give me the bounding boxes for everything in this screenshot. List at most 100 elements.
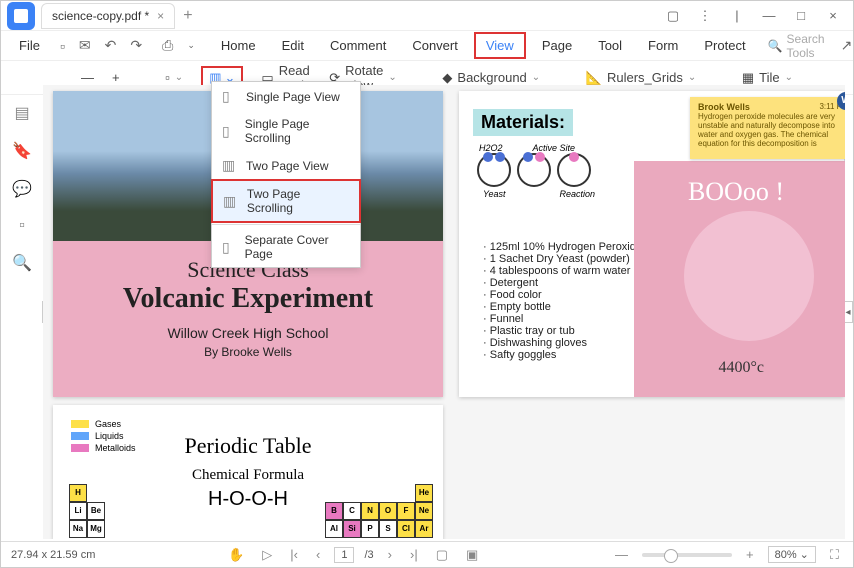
search-tools[interactable]: 🔍 Search Tools bbox=[768, 32, 825, 60]
chemical-formula-label: Chemical Formula bbox=[53, 467, 443, 484]
molecule-diagram: H2O2Active Site YeastReaction bbox=[477, 143, 597, 203]
left-rail: ▤ 🔖 💬 ▫ 🔍 bbox=[1, 95, 43, 273]
notify-icon[interactable]: ▢ bbox=[659, 8, 687, 24]
menu-convert[interactable]: Convert bbox=[402, 34, 468, 57]
kebab-icon[interactable]: ⋮ bbox=[691, 8, 719, 24]
print-caret-icon[interactable]: ⌄ bbox=[183, 38, 199, 53]
sticky-note[interactable]: W Brook Wells 3:11 P Hydrogen peroxide m… bbox=[690, 97, 845, 159]
search-icon: 🔍 bbox=[768, 39, 783, 53]
search-panel-icon[interactable]: 🔍 bbox=[12, 253, 32, 273]
menubar: File ▫ ✉ ↶ ↷ ⎙ ⌄ Home Edit Comment Conve… bbox=[1, 31, 853, 61]
zoom-out-icon[interactable]: — bbox=[611, 547, 632, 562]
cover-icon: ▯ bbox=[222, 239, 237, 256]
two-scroll-icon: ▥ bbox=[223, 193, 239, 210]
menu-form[interactable]: Form bbox=[638, 34, 688, 57]
document-tab[interactable]: science-copy.pdf * × bbox=[41, 3, 175, 29]
fit-width-icon[interactable]: ▢ bbox=[432, 547, 452, 563]
zoom-in-button[interactable]: + bbox=[112, 70, 120, 85]
materials-list: 125ml 10% Hydrogen Peroxide1 Sachet Dry … bbox=[483, 241, 642, 361]
tile-button[interactable]: ▦ Tile⌄ bbox=[742, 70, 793, 86]
thumbnails-icon[interactable]: ▤ bbox=[14, 103, 29, 123]
zoom-value[interactable]: 80% ⌄ bbox=[768, 546, 816, 563]
dropdown-two-page[interactable]: ▥Two Page View bbox=[212, 151, 360, 180]
close-icon[interactable]: × bbox=[157, 9, 164, 23]
single-page-icon: ▯ bbox=[222, 88, 238, 105]
list-item: 4 tablespoons of warm water bbox=[483, 265, 642, 277]
add-tab-button[interactable]: + bbox=[183, 7, 192, 25]
page1-author: By Brooke Wells bbox=[63, 345, 433, 359]
prev-page-icon[interactable]: ‹ bbox=[312, 547, 324, 562]
window-controls: ▢ ⋮ | — □ × bbox=[627, 8, 853, 24]
page1-school: Willow Creek High School bbox=[63, 325, 433, 341]
print-icon[interactable]: ⎙ bbox=[158, 35, 177, 56]
menu-protect[interactable]: Protect bbox=[694, 34, 755, 57]
maximize-icon[interactable]: □ bbox=[787, 8, 815, 23]
share-icon[interactable]: ↗ bbox=[837, 35, 854, 56]
zoom-in-icon[interactable]: + bbox=[742, 547, 758, 562]
page-layout-dropdown: ▯Single Page View ▯Single Page Scrolling… bbox=[211, 81, 361, 268]
list-item: 1 Sachet Dry Yeast (powder) bbox=[483, 253, 642, 265]
attachment-icon[interactable]: ▫ bbox=[19, 217, 25, 235]
pdf-page-2: Materials: H2O2Active Site YeastReaction… bbox=[459, 91, 844, 397]
titlebar: science-copy.pdf * × + ▢ ⋮ | — □ × bbox=[1, 1, 853, 31]
minimize-icon[interactable]: — bbox=[755, 8, 783, 23]
pdf-page-3: GasesLiquidsMetalloids Periodic Table Ch… bbox=[53, 405, 443, 539]
zoom-slider[interactable] bbox=[642, 553, 732, 557]
fit-page-icon[interactable]: ▣ bbox=[462, 547, 482, 563]
next-page-icon[interactable]: › bbox=[384, 547, 396, 562]
tab-title: science-copy.pdf * bbox=[52, 9, 149, 23]
redo-icon[interactable]: ↷ bbox=[126, 35, 146, 56]
menu-file[interactable]: File bbox=[9, 34, 50, 57]
menu-home[interactable]: Home bbox=[211, 34, 266, 57]
undo-icon[interactable]: ↶ bbox=[101, 35, 121, 56]
list-item: Plastic tray or tub bbox=[483, 325, 642, 337]
two-page-icon: ▥ bbox=[222, 157, 238, 174]
last-page-icon[interactable]: ›| bbox=[406, 547, 422, 562]
boo-text: BOOoo ! bbox=[688, 177, 784, 207]
list-item: Empty bottle bbox=[483, 301, 642, 313]
list-item: Food color bbox=[483, 289, 642, 301]
dropdown-single-scroll[interactable]: ▯Single Page Scrolling bbox=[212, 111, 360, 151]
list-item: 125ml 10% Hydrogen Peroxide bbox=[483, 241, 642, 253]
fullscreen-icon[interactable]: ⛶ bbox=[826, 547, 843, 563]
fit-button[interactable]: ▫⌄ bbox=[165, 70, 183, 85]
ptable-right: HeBCNOFNeAlSiPSClAr bbox=[325, 484, 437, 538]
sticky-text: Hydrogen peroxide molecules are very uns… bbox=[698, 112, 835, 148]
mail-icon[interactable]: ✉ bbox=[75, 35, 95, 56]
save-icon[interactable]: ▫ bbox=[56, 36, 69, 56]
page1-title: Volcanic Experiment bbox=[63, 283, 433, 315]
bookmark-icon[interactable]: 🔖 bbox=[12, 141, 32, 161]
statusbar: 27.94 x 21.59 cm ✋ ▷ |‹ ‹ 1 /3 › ›| ▢ ▣ … bbox=[1, 541, 853, 567]
list-item: Detergent bbox=[483, 277, 642, 289]
workspace[interactable]: Science Class Volcanic Experiment Willow… bbox=[43, 85, 845, 539]
pink-circle bbox=[684, 211, 814, 341]
close-window-icon[interactable]: × bbox=[819, 8, 847, 23]
materials-heading: Materials: bbox=[473, 109, 573, 136]
legend: GasesLiquidsMetalloids bbox=[71, 419, 136, 455]
dimensions-label: 27.94 x 21.59 cm bbox=[11, 549, 95, 561]
list-item: Safty goggles bbox=[483, 349, 642, 361]
menu-tool[interactable]: Tool bbox=[588, 34, 632, 57]
menu-page[interactable]: Page bbox=[532, 34, 582, 57]
dropdown-single-page[interactable]: ▯Single Page View bbox=[212, 82, 360, 111]
menu-view[interactable]: View bbox=[474, 32, 526, 59]
background-button[interactable]: ◆ Background⌄ bbox=[442, 70, 540, 86]
select-tool-icon[interactable]: ▷ bbox=[258, 547, 276, 563]
hand-tool-icon[interactable]: ✋ bbox=[224, 547, 248, 563]
rulers-button[interactable]: 📐 Rulers_Grids⌄ bbox=[586, 70, 696, 86]
single-scroll-icon: ▯ bbox=[222, 123, 237, 140]
dropdown-two-scroll[interactable]: ▥Two Page Scrolling bbox=[211, 179, 361, 223]
ptable-left: HLiBeNaMg bbox=[69, 484, 109, 538]
first-page-icon[interactable]: |‹ bbox=[286, 547, 302, 562]
list-item: Dishwashing gloves bbox=[483, 337, 642, 349]
page-number-input[interactable]: 1 bbox=[334, 547, 354, 563]
menu-comment[interactable]: Comment bbox=[320, 34, 396, 57]
list-item: Funnel bbox=[483, 313, 642, 325]
sticky-author: Brook Wells bbox=[698, 102, 750, 112]
zoom-out-button[interactable]: — bbox=[81, 70, 94, 85]
comment-panel-icon[interactable]: 💬 bbox=[12, 179, 32, 199]
menu-edit[interactable]: Edit bbox=[272, 34, 314, 57]
dropdown-separate-cover[interactable]: ▯Separate Cover Page bbox=[212, 227, 360, 267]
temperature-text: 4400°c bbox=[719, 359, 765, 377]
page-total: /3 bbox=[364, 549, 373, 561]
